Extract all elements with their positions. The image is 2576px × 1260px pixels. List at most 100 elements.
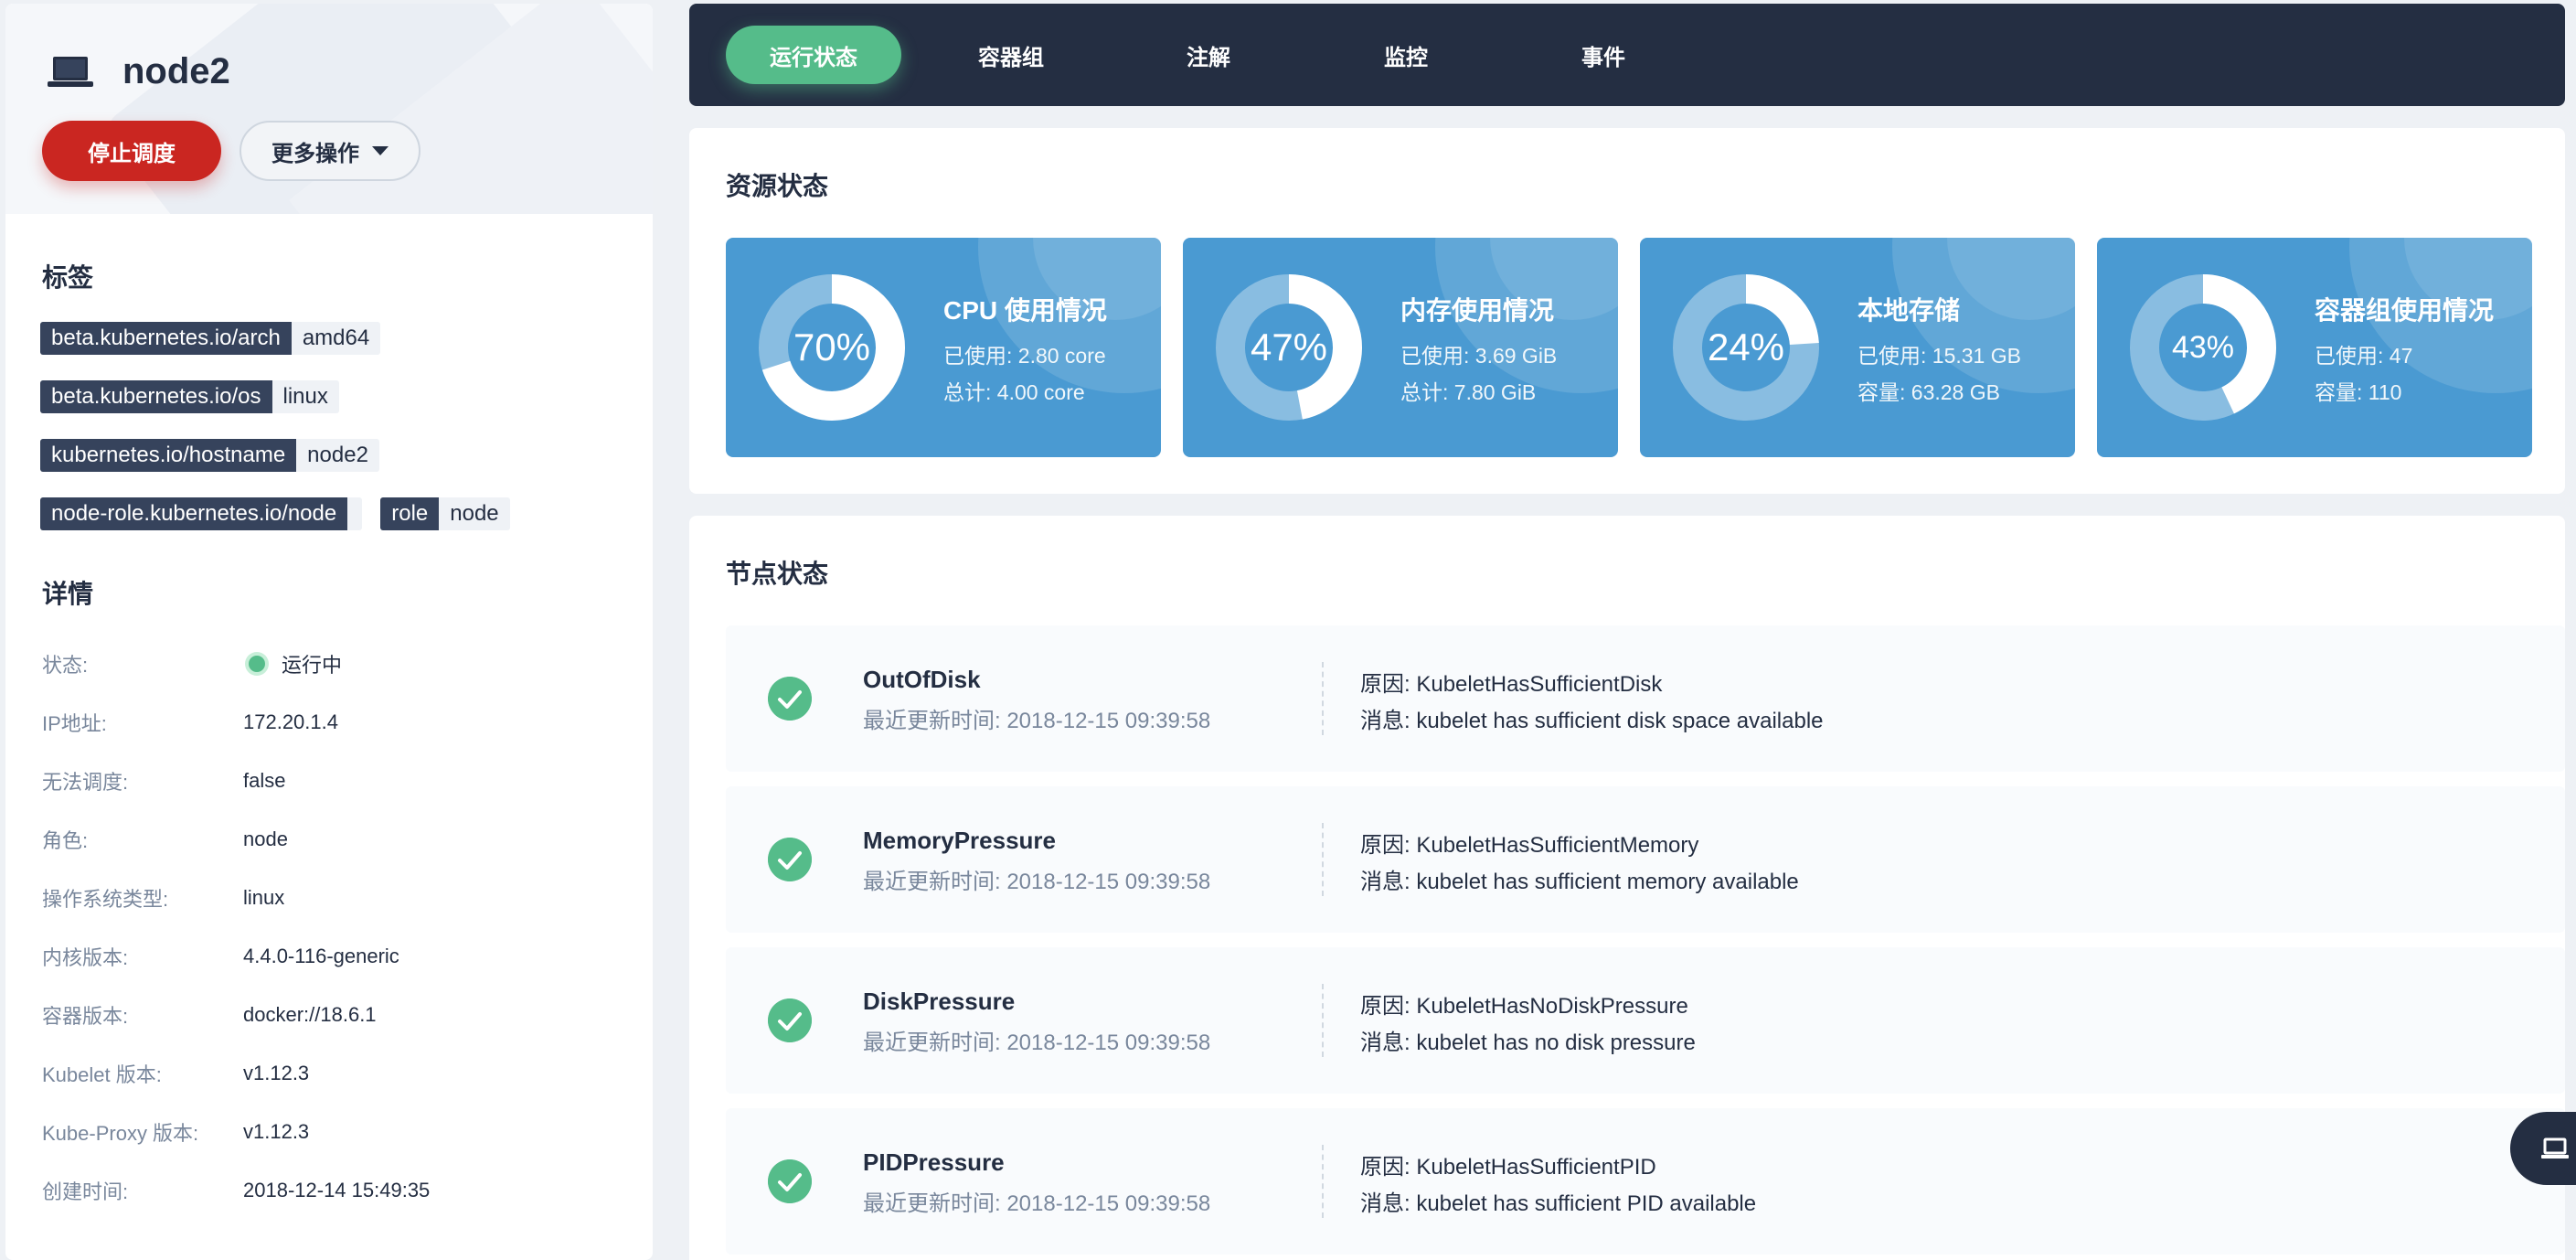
condition-time: 最近更新时间: 2018-12-15 09:39:58 (863, 709, 1211, 733)
caret-down-icon (372, 146, 389, 155)
detail-value: 172.20.1.4 (243, 710, 338, 733)
cpu-percent: 70% (793, 326, 871, 368)
label-value: linux (282, 384, 328, 409)
check-circle-icon (768, 838, 812, 881)
detail-row: 创建时间: 2018-12-14 15:49:35 (42, 1176, 627, 1205)
more-actions-button[interactable]: 更多操作 (240, 121, 420, 181)
laptop-icon (2541, 1137, 2569, 1159)
detail-row: Kubelet 版本: v1.12.3 (42, 1059, 627, 1088)
detail-value: v1.12.3 (243, 1120, 310, 1143)
check-circle-icon (768, 1159, 812, 1203)
condition-reason: 原因: KubeletHasSufficientMemory (1360, 833, 1699, 858)
detail-value: linux (243, 886, 285, 909)
tab-running-status[interactable]: 运行状态 (726, 26, 901, 84)
toolbox-button[interactable] (2510, 1112, 2576, 1185)
condition-name: MemoryPressure (863, 827, 1056, 854)
stop-schedule-button[interactable]: 停止调度 (42, 121, 221, 181)
condition-row: MemoryPressure 最近更新时间: 2018-12-15 09:39:… (726, 786, 2565, 933)
storage-capacity: 容量: 63.28 GB (1857, 380, 2000, 404)
condition-time: 最近更新时间: 2018-12-15 09:39:58 (863, 1030, 1211, 1055)
condition-time: 最近更新时间: 2018-12-15 09:39:58 (863, 1191, 1211, 1216)
storage-percent: 24% (1707, 326, 1785, 368)
detail-key: 角色: (42, 829, 89, 852)
pods-percent: 43% (2171, 329, 2235, 365)
detail-row: 无法调度: false (42, 766, 627, 796)
detail-value: v1.12.3 (243, 1062, 310, 1084)
label-key: beta.kubernetes.io/os (40, 380, 272, 413)
detail-key: 无法调度: (42, 771, 129, 794)
details-title: 详情 (42, 580, 94, 608)
detail-value: 4.4.0-116-generic (243, 945, 399, 967)
condition-message: 消息: kubelet has no disk pressure (1360, 1030, 1696, 1055)
label-key: role (380, 497, 440, 530)
check-circle-icon (768, 677, 812, 721)
node-name: node2 (122, 51, 230, 91)
tab-events[interactable]: 事件 (1516, 26, 1691, 84)
resource-card-storage: 24% 本地存储 已使用: 15.31 GB 容量: 63.28 GB (1640, 238, 2075, 457)
node-info-panel: node2 停止调度 更多操作 标签 beta.kubernetes.io/ar… (5, 4, 653, 1260)
resource-card-pods: 43% 容器组使用情况 已使用: 47 容量: 110 (2097, 238, 2532, 457)
cpu-used: 已使用: 2.80 core (943, 344, 1106, 368)
status-text: 运行中 (282, 654, 343, 677)
cpu-title: CPU 使用情况 (943, 296, 1107, 325)
node-conditions-panel: 节点状态 OutOfDisk 最近更新时间: 2018-12-15 09:39:… (689, 516, 2565, 1260)
detail-key: Kube-Proxy 版本: (42, 1122, 199, 1145)
condition-message: 消息: kubelet has sufficient disk space av… (1360, 709, 1824, 733)
label-item: beta.kubernetes.io/arch amd64 (40, 322, 381, 355)
pods-capacity: 容量: 110 (2315, 380, 2402, 404)
condition-row: DiskPressure 最近更新时间: 2018-12-15 09:39:58… (726, 947, 2565, 1094)
tab-annotations[interactable]: 注解 (1121, 26, 1296, 84)
laptop-icon (48, 57, 93, 87)
condition-name: PIDPressure (863, 1148, 1005, 1176)
status-running-icon (249, 656, 265, 672)
detail-value: 运行中 (243, 649, 342, 678)
condition-message: 消息: kubelet has sufficient PID available (1360, 1191, 1757, 1216)
condition-row: OutOfDisk 最近更新时间: 2018-12-15 09:39:58 原因… (726, 625, 2565, 772)
detail-key: 内核版本: (42, 946, 129, 969)
labels-title: 标签 (42, 263, 94, 292)
detail-row: IP地址: 172.20.1.4 (42, 708, 627, 737)
condition-reason: 原因: KubeletHasSufficientDisk (1360, 672, 1663, 697)
resource-status-title: 资源状态 (726, 172, 829, 200)
tab-monitoring[interactable]: 监控 (1318, 26, 1494, 84)
storage-title: 本地存储 (1857, 296, 1961, 325)
detail-row: 角色: node (42, 825, 627, 854)
memory-total: 总计: 7.80 GiB (1400, 380, 1537, 404)
detail-row: 操作系统类型: linux (42, 883, 627, 913)
label-key: node-role.kubernetes.io/node (40, 497, 348, 530)
detail-key: 容器版本: (42, 1005, 129, 1028)
condition-reason: 原因: KubeletHasNoDiskPressure (1360, 994, 1688, 1019)
label-value: amd64 (302, 326, 370, 350)
condition-name: OutOfDisk (863, 666, 981, 693)
condition-time: 最近更新时间: 2018-12-15 09:39:58 (863, 870, 1211, 894)
storage-used: 已使用: 15.31 GB (1857, 344, 2021, 368)
detail-row-status: 状态: 运行中 (42, 649, 627, 678)
resource-card-memory: 47% 内存使用情况 已使用: 3.69 GiB 总计: 7.80 GiB (1183, 238, 1618, 457)
node-header: node2 停止调度 更多操作 (5, 4, 653, 214)
label-key: beta.kubernetes.io/arch (40, 322, 292, 355)
detail-value: node (243, 828, 288, 850)
condition-row: PIDPressure 最近更新时间: 2018-12-15 09:39:58 … (726, 1108, 2565, 1255)
pods-title: 容器组使用情况 (2315, 296, 2495, 325)
memory-title: 内存使用情况 (1400, 296, 1555, 325)
label-item: node-role.kubernetes.io/node role node (40, 497, 510, 530)
detail-key: IP地址: (42, 712, 107, 735)
resource-status-panel: 资源状态 70% CPU 使用情况 已使用: 2.80 core 总计: 4.0… (689, 128, 2565, 494)
detail-key: 状态: (42, 654, 89, 677)
detail-value: docker://18.6.1 (243, 1003, 377, 1026)
detail-key: 操作系统类型: (42, 888, 169, 911)
detail-row: 内核版本: 4.4.0-116-generic (42, 942, 627, 971)
label-key: kubernetes.io/hostname (40, 439, 297, 472)
label-item: kubernetes.io/hostname node2 (40, 439, 379, 472)
detail-row: 容器版本: docker://18.6.1 (42, 1000, 627, 1030)
memory-percent: 47% (1250, 326, 1328, 368)
more-actions-label: 更多操作 (271, 141, 359, 166)
label-value: node2 (307, 443, 368, 467)
detail-value: 2018-12-14 15:49:35 (243, 1179, 431, 1201)
pods-used: 已使用: 47 (2315, 344, 2413, 368)
tab-pods[interactable]: 容器组 (923, 26, 1099, 84)
detail-key: Kubelet 版本: (42, 1063, 162, 1086)
check-circle-icon (768, 998, 812, 1042)
resource-card-cpu: 70% CPU 使用情况 已使用: 2.80 core 总计: 4.00 cor… (726, 238, 1161, 457)
label-value (347, 497, 362, 530)
